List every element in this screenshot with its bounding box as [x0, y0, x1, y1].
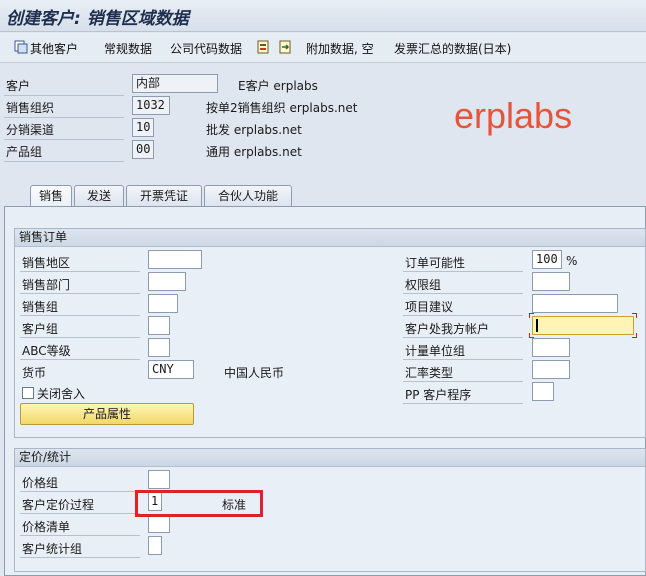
pp-customer-procedure-label: PP 客户程序	[405, 388, 472, 402]
item-proposal-label: 项目建议	[405, 300, 454, 314]
tab-shipping[interactable]: 发送	[74, 185, 124, 207]
general-data-button[interactable]: 常规数据	[104, 40, 152, 57]
division-label: 产品组	[6, 145, 43, 159]
tab-sales[interactable]: 销售	[30, 185, 72, 208]
authorization-group-label: 权限组	[405, 278, 442, 292]
divider	[4, 139, 124, 140]
tab-strip: 销售 发送 开票凭证 合伙人功能	[0, 185, 646, 208]
customer-label: 客户	[6, 79, 31, 93]
sales-district-label: 销售地区	[22, 256, 71, 270]
sales-org-field[interactable]: 1032	[132, 96, 170, 115]
unit-group-label: 计量单位组	[405, 344, 466, 358]
divider	[20, 513, 140, 514]
title-bar: 创建客户: 销售区域数据	[0, 0, 646, 32]
pricing-statistics-group: 定价/统计	[14, 448, 646, 572]
abc-class-label: ABC等级	[22, 344, 71, 358]
invoice-summary-button[interactable]: 发票汇总的数据(日本)	[394, 40, 511, 57]
currency-field[interactable]: CNY	[148, 360, 194, 379]
divider	[403, 315, 523, 316]
sales-office-field[interactable]	[148, 272, 186, 291]
required-corner-mark	[632, 333, 637, 338]
customer-description: E客户 erplabs	[238, 79, 318, 93]
tab-partner-functions[interactable]: 合伙人功能	[204, 185, 292, 207]
divider	[403, 293, 523, 294]
annotation-highlight-box	[135, 490, 263, 517]
account-at-customer-field[interactable]	[532, 316, 634, 335]
required-corner-mark	[529, 313, 534, 318]
abc-class-field[interactable]	[148, 338, 170, 357]
erplabs-watermark: erplabs	[454, 95, 573, 136]
order-probability-field[interactable]: 100	[532, 250, 562, 269]
division-description: 通用 erplabs.net	[206, 145, 302, 159]
window-title: 创建客户: 销售区域数据	[6, 9, 189, 29]
divider	[20, 271, 140, 272]
divider	[403, 381, 523, 382]
divider	[20, 491, 140, 492]
authorization-group-field[interactable]	[532, 272, 570, 291]
sales-district-field[interactable]	[148, 250, 202, 269]
other-customer-icon[interactable]	[14, 40, 28, 54]
tab-billing-documents[interactable]: 开票凭证	[126, 185, 202, 207]
account-at-customer-label: 客户处我方帐户	[405, 322, 490, 336]
sales-group-field[interactable]	[148, 294, 178, 313]
group-title: 定价/统计	[15, 449, 645, 467]
divider	[20, 315, 140, 316]
sales-group-label: 销售组	[22, 300, 59, 314]
exchange-rate-type-label: 汇率类型	[405, 366, 454, 380]
customer-field[interactable]: 内部	[132, 74, 218, 93]
percent-unit: %	[566, 254, 578, 268]
sales-org-label: 销售组织	[6, 101, 55, 115]
product-attributes-button[interactable]: 产品属性	[20, 403, 194, 425]
divider	[403, 271, 523, 272]
price-group-label: 价格组	[22, 476, 59, 490]
dist-channel-label: 分销渠道	[6, 123, 55, 137]
sales-office-label: 销售部门	[22, 278, 71, 292]
division-field[interactable]: 00	[132, 140, 154, 159]
customer-statistics-group-label: 客户统计组	[22, 542, 83, 556]
customer-pricing-procedure-label: 客户定价过程	[22, 498, 95, 512]
application-toolbar: 其他客户 常规数据 公司代码数据 附加数据, 空 发票汇总的数据(日本)	[0, 33, 646, 63]
required-corner-mark	[632, 313, 637, 318]
divider	[4, 161, 124, 162]
divider	[403, 359, 523, 360]
price-group-field[interactable]	[148, 470, 170, 489]
price-list-label: 价格清单	[22, 520, 71, 534]
rounding-off-checkbox[interactable]	[22, 387, 34, 399]
dist-channel-field[interactable]: 10	[132, 118, 154, 137]
divider	[20, 535, 140, 536]
customer-statistics-group-field[interactable]	[148, 536, 162, 555]
additional-data-button[interactable]: 附加数据, 空	[306, 40, 374, 57]
currency-label: 货币	[22, 366, 47, 380]
customer-group-label: 客户组	[22, 322, 59, 336]
unit-group-field[interactable]	[532, 338, 570, 357]
dist-channel-description: 批发 erplabs.net	[206, 123, 302, 137]
company-code-data-button[interactable]: 公司代码数据	[170, 40, 242, 57]
divider	[20, 337, 140, 338]
rounding-off-label: 关闭舍入	[37, 387, 86, 401]
order-probability-label: 订单可能性	[405, 256, 466, 270]
customer-group-field[interactable]	[148, 316, 170, 335]
group-title: 销售订单	[15, 229, 645, 247]
sales-org-description: 按单2销售组织 erplabs.net	[206, 101, 358, 115]
currency-description: 中国人民币	[224, 366, 285, 380]
divider	[4, 95, 124, 96]
other-customer-button[interactable]: 其他客户	[30, 40, 78, 57]
divider	[403, 337, 523, 338]
divider	[403, 403, 523, 404]
divider	[20, 557, 140, 558]
exchange-rate-type-field[interactable]	[532, 360, 570, 379]
pp-customer-procedure-field[interactable]	[532, 382, 554, 401]
divider	[20, 293, 140, 294]
document-arrow-icon[interactable]	[278, 40, 292, 54]
divider	[4, 117, 124, 118]
document-icon[interactable]	[256, 40, 270, 54]
item-proposal-field[interactable]	[532, 294, 618, 313]
divider	[20, 359, 140, 360]
